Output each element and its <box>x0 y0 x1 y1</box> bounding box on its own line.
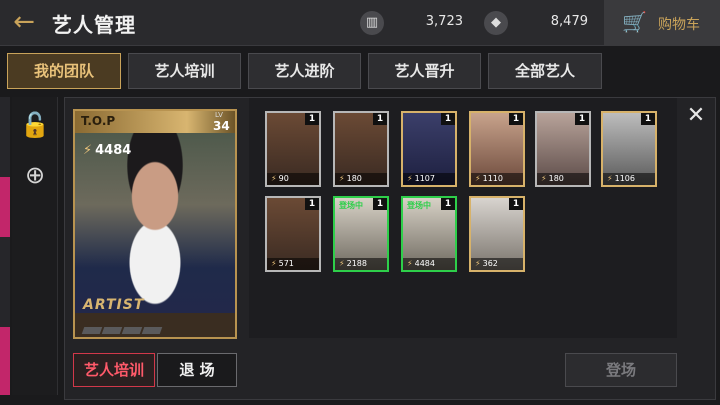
artist-name: T.O.P <box>81 114 116 128</box>
card-power-value: 1110 <box>482 174 503 183</box>
currency-album-value: 3,723 <box>425 14 463 29</box>
card-power-value: 571 <box>278 259 294 268</box>
card-level: 1 <box>575 113 589 125</box>
card-power-value: 90 <box>278 174 289 183</box>
card-power: ⚡ 2188 <box>335 258 387 270</box>
lightning-icon: ⚡ <box>407 174 413 183</box>
artist-power: ⚡ 4484 <box>83 143 131 158</box>
lightning-icon: ⚡ <box>83 143 93 158</box>
card-power: ⚡ 180 <box>335 173 387 185</box>
debut-button[interactable]: 登场 <box>565 353 677 387</box>
lightning-icon: ⚡ <box>541 174 547 183</box>
artist-card[interactable]: 1 登场中 ⚡ 2188 <box>333 196 389 272</box>
artist-power-value: 4484 <box>95 143 132 158</box>
level-tag: LV <box>215 111 223 119</box>
card-level: 1 <box>441 198 455 210</box>
card-power: ⚡ 4484 <box>403 258 455 270</box>
artist-card[interactable]: 1 ⚡ 90 <box>265 111 321 187</box>
cart-label: 购物车 <box>658 17 700 33</box>
page-title: 艺人管理 <box>52 13 136 37</box>
card-power-value: 4484 <box>414 259 435 268</box>
selected-artist-card[interactable]: T.O.P LV 34 ⚡ 4484 ARTIST <box>73 109 237 339</box>
card-power: ⚡ 362 <box>471 258 523 270</box>
diamond-icon: ◆ <box>484 11 508 35</box>
on-stage-badge: 登场中 <box>339 201 363 210</box>
lightning-icon: ⚡ <box>271 259 277 268</box>
lightning-icon: ⚡ <box>607 174 613 183</box>
artist-level: 34 <box>213 119 230 133</box>
artist-card[interactable]: 1 ⚡ 180 <box>333 111 389 187</box>
card-header: T.O.P LV 34 <box>75 111 235 133</box>
lightning-icon: ⚡ <box>475 174 481 183</box>
card-power: ⚡ 180 <box>537 173 589 185</box>
card-power-value: 180 <box>548 174 564 183</box>
tab-artist-promotion[interactable]: 艺人晋升 <box>368 53 481 89</box>
artist-card[interactable]: 1 ⚡ 180 <box>535 111 591 187</box>
artist-logo: ARTIST <box>83 297 145 313</box>
lightning-icon: ⚡ <box>475 259 481 268</box>
card-power-value: 180 <box>346 174 362 183</box>
lightning-icon: ⚡ <box>339 259 345 268</box>
card-power: ⚡ 1106 <box>603 173 655 185</box>
edge-accent <box>0 327 10 395</box>
currency-diamond-value: 8,479 <box>550 14 588 29</box>
artist-card[interactable]: 1 ⚡ 1110 <box>469 111 525 187</box>
tab-my-team[interactable]: 我的团队 <box>7 53 121 89</box>
card-level: 1 <box>305 113 319 125</box>
card-power: ⚡ 571 <box>267 258 319 270</box>
album-icon: ▥ <box>360 11 384 35</box>
cart-button[interactable]: 🛒 购物车 <box>604 0 720 46</box>
card-level: 1 <box>373 198 387 210</box>
leave-button[interactable]: 退 场 <box>157 353 237 387</box>
lightning-icon: ⚡ <box>271 174 277 183</box>
zoom-in-icon[interactable]: ⊕ <box>19 159 51 191</box>
card-power: ⚡ 1107 <box>403 173 455 185</box>
artist-card[interactable]: 1 登场中 ⚡ 4484 <box>401 196 457 272</box>
card-level: 1 <box>509 198 523 210</box>
card-power: ⚡ 90 <box>267 173 319 185</box>
unlock-icon[interactable]: 🔓 <box>19 109 51 141</box>
back-arrow-icon[interactable]: ← <box>8 8 40 38</box>
top-bar: ← 艺人管理 ▥ 3,723 ◆ 8,479 🛒 购物车 <box>0 0 720 46</box>
card-power-value: 1106 <box>614 174 635 183</box>
tab-artist-training[interactable]: 艺人培训 <box>128 53 241 89</box>
card-level: 1 <box>509 113 523 125</box>
tab-artist-advance[interactable]: 艺人进阶 <box>248 53 361 89</box>
rank-bars <box>81 319 183 334</box>
card-level: 1 <box>441 113 455 125</box>
close-icon[interactable]: ✕ <box>683 104 709 130</box>
edge-accent <box>0 177 10 237</box>
left-edge-strip <box>0 97 10 395</box>
card-power: ⚡ 1110 <box>471 173 523 185</box>
artist-card[interactable]: 1 ⚡ 1107 <box>401 111 457 187</box>
lightning-icon: ⚡ <box>339 174 345 183</box>
cart-icon: 🛒 <box>622 10 647 34</box>
card-level: 1 <box>641 113 655 125</box>
card-power-value: 1107 <box>414 174 435 183</box>
team-panel: ✕ T.O.P LV 34 ⚡ 4484 ARTIST 艺人培训 退 场 登场 1… <box>64 97 716 400</box>
card-power-value: 362 <box>482 259 498 268</box>
artist-card[interactable]: 1 ⚡ 362 <box>469 196 525 272</box>
lightning-icon: ⚡ <box>407 259 413 268</box>
artist-card[interactable]: 1 ⚡ 571 <box>265 196 321 272</box>
artist-card[interactable]: 1 ⚡ 1106 <box>601 111 657 187</box>
side-tool-column: 🔓 ⊕ <box>12 97 58 395</box>
artist-training-button[interactable]: 艺人培训 <box>73 353 155 387</box>
on-stage-badge: 登场中 <box>407 201 431 210</box>
card-level: 1 <box>305 198 319 210</box>
artist-photo <box>75 133 235 313</box>
tab-all-artists[interactable]: 全部艺人 <box>488 53 602 89</box>
card-level: 1 <box>373 113 387 125</box>
card-power-value: 2188 <box>346 259 367 268</box>
